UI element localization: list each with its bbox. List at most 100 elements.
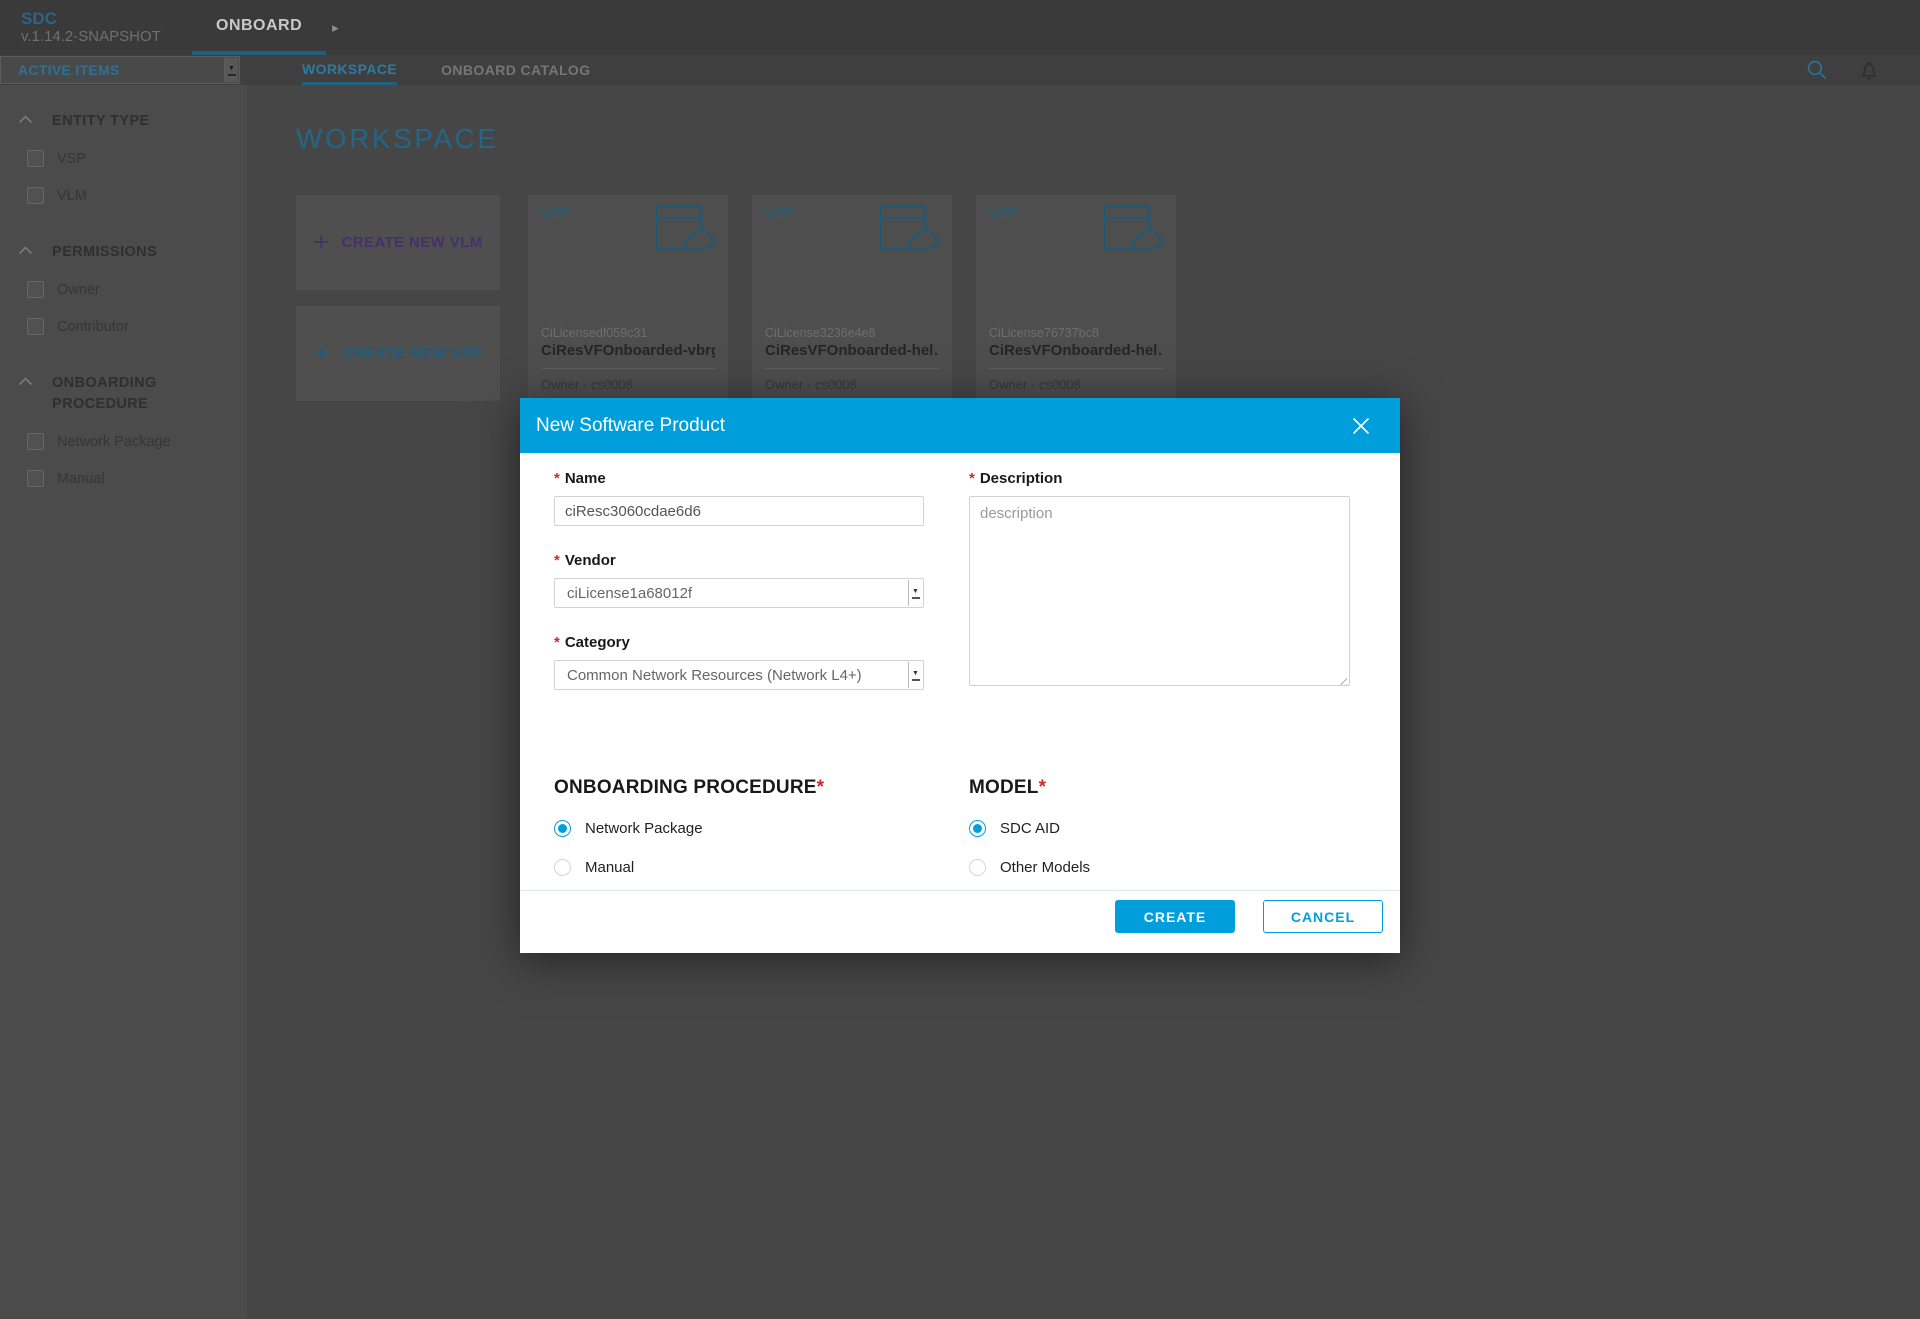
onboarding-procedure-group: ONBOARDING PROCEDURE* Network Package Ma…	[554, 777, 969, 876]
active-items-select[interactable]: ACTIVE ITEMS ▼	[0, 56, 240, 84]
card-vendor: CiLicensedf059c31	[541, 326, 715, 340]
chevron-down-icon[interactable]: ▼	[908, 580, 922, 606]
sdc-onboard-screen: SDC v.1.14.2-SNAPSHOT ONBOARD ▸ ACTIVE I…	[0, 0, 1920, 1319]
required-asterisk: *	[817, 777, 825, 798]
radio-label: Other Models	[1000, 859, 1090, 876]
chevron-down-icon[interactable]: ▼	[908, 662, 922, 688]
category-label: *Category	[554, 634, 924, 652]
card-name: CiResVFOnboarded-hel…	[989, 342, 1163, 359]
card-divider	[541, 368, 715, 369]
checkbox-icon[interactable]	[27, 150, 44, 167]
radio-manual[interactable]: Manual	[554, 859, 969, 876]
card-name: CiResVFOnboarded-hel…	[765, 342, 939, 359]
required-asterisk: *	[1039, 777, 1047, 798]
checkbox-icon[interactable]	[27, 281, 44, 298]
create-new-vlm-label: CREATE NEW VLM	[342, 234, 483, 251]
radio-icon[interactable]	[554, 859, 571, 876]
filter-section-onboarding-procedure: ONBOARDING PROCEDURE Network Package Man…	[0, 373, 247, 497]
radio-label: Manual	[585, 859, 634, 876]
create-new-vlm-button[interactable]: + CREATE NEW VLM	[296, 195, 500, 290]
toolbar: ACTIVE ITEMS ▼ WORKSPACE ONBOARD CATALOG	[0, 55, 1920, 85]
section-title: ENTITY TYPE	[52, 111, 212, 132]
radio-icon[interactable]	[554, 820, 571, 837]
radio-sdc-aid[interactable]: SDC AID	[969, 820, 1350, 837]
card-divider	[989, 368, 1163, 369]
create-button[interactable]: CREATE	[1115, 900, 1235, 933]
category-select[interactable]: Common Network Resources (Network L4+) ▼	[554, 660, 924, 690]
plus-icon: +	[313, 229, 329, 256]
card-vendor: CiLicense76737bc8	[989, 326, 1163, 340]
vendor-selected-value: ciLicense1a68012f	[567, 585, 692, 602]
filter-checkbox-network-package[interactable]: Network Package	[0, 423, 247, 460]
cancel-button[interactable]: CANCEL	[1263, 900, 1383, 933]
section-header-onboarding-procedure[interactable]: ONBOARDING PROCEDURE	[0, 373, 247, 415]
card-owner: Owner - cs0008	[765, 377, 939, 392]
onboarding-procedure-heading: ONBOARDING PROCEDURE*	[554, 777, 969, 799]
checkbox-icon[interactable]	[27, 187, 44, 204]
name-label: *Name	[554, 470, 924, 488]
create-buttons-column: + CREATE NEW VLM + CREATE NEW VSP	[296, 195, 500, 401]
description-label: *Description	[969, 470, 1350, 488]
app-logo: SDC v.1.14.2-SNAPSHOT	[0, 0, 172, 55]
description-textarea[interactable]	[969, 496, 1350, 686]
required-asterisk: *	[554, 552, 560, 569]
filter-label: Network Package	[57, 434, 171, 450]
name-field-group: *Name	[554, 470, 924, 526]
filter-checkbox-vsp[interactable]: VSP	[0, 140, 247, 177]
vendor-field-group: *Vendor ciLicense1a68012f ▼	[554, 552, 924, 608]
filter-section-entity-type: ENTITY TYPE VSP VLM	[0, 111, 247, 214]
modal-footer: CREATE CANCEL	[520, 891, 1400, 953]
filter-checkbox-owner[interactable]: Owner	[0, 271, 247, 308]
vsp-card[interactable]: VSP CiLicensedf059c31 CiResVFOnboarded-v…	[528, 195, 728, 400]
vsp-cloud-icon	[1103, 205, 1165, 253]
filter-label: Owner	[57, 282, 100, 298]
filter-section-permissions: PERMISSIONS Owner Contributor	[0, 242, 247, 345]
section-title: ONBOARDING PROCEDURE	[52, 373, 212, 415]
radio-network-package[interactable]: Network Package	[554, 820, 969, 837]
radio-label: SDC AID	[1000, 820, 1060, 837]
tab-onboard[interactable]: ONBOARD	[192, 0, 326, 55]
tab-workspace[interactable]: WORKSPACE	[302, 55, 397, 85]
tab-onboard-catalog[interactable]: ONBOARD CATALOG	[441, 55, 590, 85]
checkbox-icon[interactable]	[27, 470, 44, 487]
vendor-label: *Vendor	[554, 552, 924, 570]
section-header-entity-type[interactable]: ENTITY TYPE	[0, 111, 247, 132]
category-selected-value: Common Network Resources (Network L4+)	[567, 667, 862, 684]
vendor-select[interactable]: ciLicense1a68012f ▼	[554, 578, 924, 608]
card-name: CiResVFOnboarded-vbrg…	[541, 342, 715, 359]
section-header-permissions[interactable]: PERMISSIONS	[0, 242, 247, 263]
modal-title: New Software Product	[536, 415, 725, 437]
app-version: v.1.14.2-SNAPSHOT	[21, 28, 172, 45]
plus-icon: +	[314, 340, 330, 367]
card-vendor: CiLicense3236e4e8	[765, 326, 939, 340]
filter-checkbox-manual[interactable]: Manual	[0, 460, 247, 497]
chevron-up-icon	[18, 377, 33, 386]
nav-next-arrow-icon[interactable]: ▸	[332, 20, 339, 36]
checkbox-icon[interactable]	[27, 433, 44, 450]
chevron-down-icon[interactable]: ▼	[224, 58, 238, 82]
filter-label: VLM	[57, 188, 87, 204]
radio-icon[interactable]	[969, 859, 986, 876]
active-items-label: ACTIVE ITEMS	[1, 62, 120, 78]
search-icon[interactable]	[1806, 59, 1828, 81]
radio-label: Network Package	[585, 820, 703, 837]
vsp-card[interactable]: VSP CiLicense3236e4e8 CiResVFOnboarded-h…	[752, 195, 952, 400]
radio-icon[interactable]	[969, 820, 986, 837]
filter-label: Manual	[57, 471, 105, 487]
radio-other-models[interactable]: Other Models	[969, 859, 1350, 876]
name-input[interactable]	[554, 496, 924, 526]
required-asterisk: *	[554, 634, 560, 651]
checkbox-icon[interactable]	[27, 318, 44, 335]
filter-checkbox-contributor[interactable]: Contributor	[0, 308, 247, 345]
top-bar: SDC v.1.14.2-SNAPSHOT ONBOARD ▸	[0, 0, 1920, 55]
notifications-bell-icon[interactable]	[1858, 59, 1880, 81]
card-divider	[765, 368, 939, 369]
card-owner: Owner - cs0008	[541, 377, 715, 392]
filter-checkbox-vlm[interactable]: VLM	[0, 177, 247, 214]
create-new-vsp-button[interactable]: + CREATE NEW VSP	[296, 306, 500, 401]
close-icon[interactable]	[1350, 415, 1372, 437]
category-field-group: *Category Common Network Resources (Netw…	[554, 634, 924, 690]
model-group: MODEL* SDC AID Other Models	[969, 777, 1350, 876]
vsp-card[interactable]: VSP CiLicense76737bc8 CiResVFOnboarded-h…	[976, 195, 1176, 400]
filter-label: VSP	[57, 151, 86, 167]
